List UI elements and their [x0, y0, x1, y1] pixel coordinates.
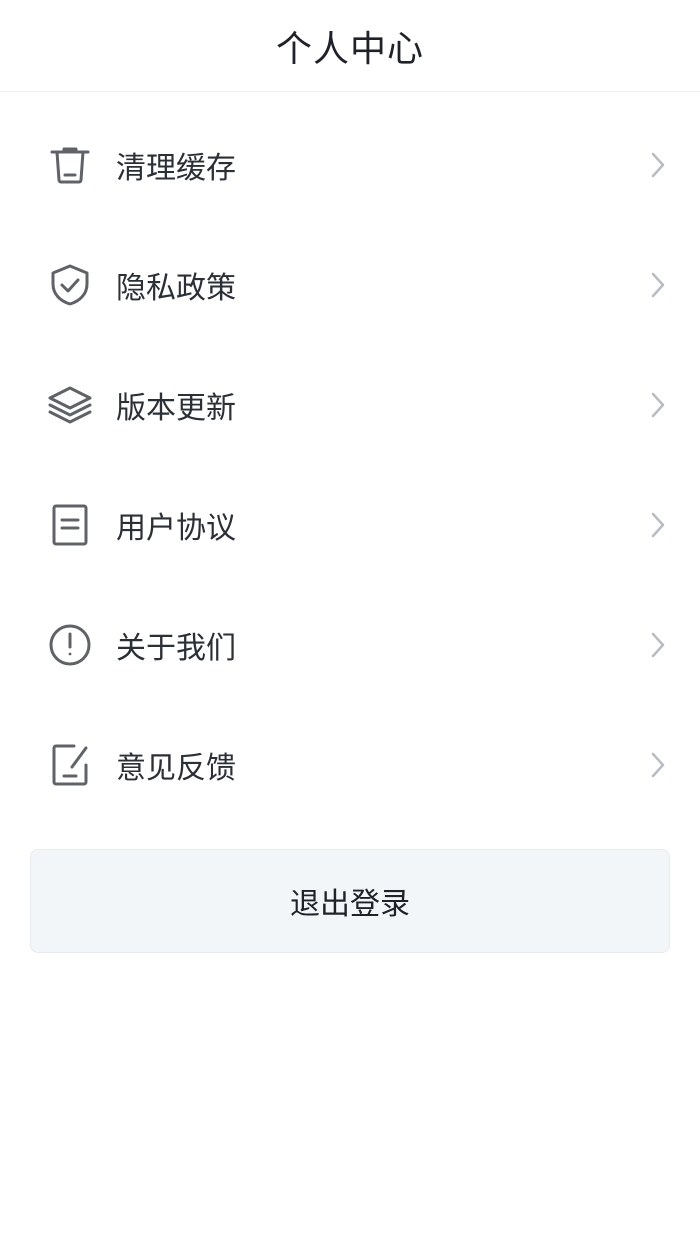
menu-item-label: 关于我们: [116, 631, 236, 666]
chevron-right-icon: [648, 750, 668, 780]
menu-item-label: 用户协议: [116, 511, 236, 546]
menu-item-feedback[interactable]: 意见反馈: [0, 705, 700, 825]
menu-item-label: 意见反馈: [116, 751, 236, 786]
chevron-right-icon: [648, 270, 668, 300]
menu-item-label: 隐私政策: [116, 271, 236, 306]
chevron-right-icon: [648, 630, 668, 660]
chevron-right-icon: [648, 150, 668, 180]
layers-icon: [48, 383, 92, 427]
settings-menu: 清理缓存 隐私政策 版本更新 用户协议 关于我们 意见反馈: [0, 105, 700, 825]
shield-check-icon: [48, 263, 92, 307]
trash-icon: [48, 143, 92, 187]
menu-item-user-agreement[interactable]: 用户协议: [0, 465, 700, 585]
menu-item-about-us[interactable]: 关于我们: [0, 585, 700, 705]
page-title: 个人中心: [275, 28, 424, 70]
edit-note-icon: [48, 743, 92, 787]
menu-item-clear-cache[interactable]: 清理缓存: [0, 105, 700, 225]
menu-item-label: 版本更新: [116, 391, 236, 426]
logout-button[interactable]: 退出登录: [30, 849, 670, 953]
menu-item-version-update[interactable]: 版本更新: [0, 345, 700, 465]
document-icon: [48, 503, 92, 547]
chevron-right-icon: [648, 510, 668, 540]
menu-item-label: 清理缓存: [116, 151, 236, 186]
chevron-right-icon: [648, 390, 668, 420]
logout-section: 退出登录: [0, 849, 700, 953]
menu-item-privacy-policy[interactable]: 隐私政策: [0, 225, 700, 345]
info-circle-icon: [48, 623, 92, 667]
page-header: 个人中心: [0, 0, 700, 92]
